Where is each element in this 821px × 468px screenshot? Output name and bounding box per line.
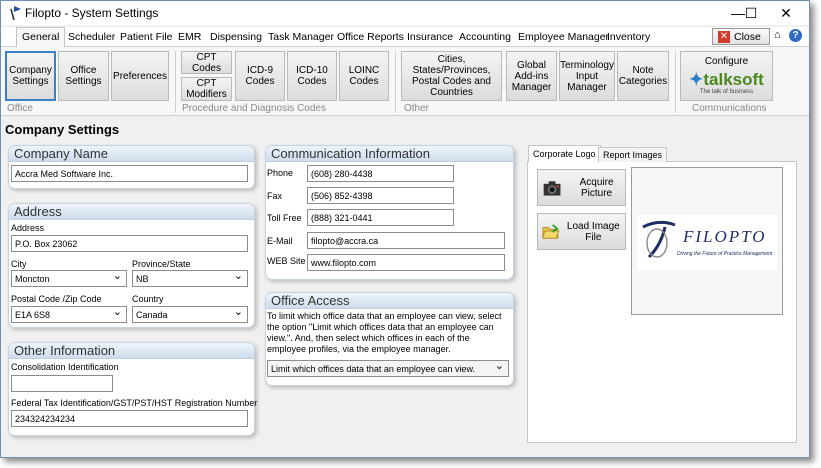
tab-task-manager[interactable]: Task Manager	[263, 29, 339, 46]
postal-code-select[interactable]: E1A 6S8	[11, 306, 127, 323]
tab-corporate-logo[interactable]: Corporate Logo	[528, 145, 601, 162]
talksoft-logo: ✦talksoft	[689, 70, 764, 89]
fax-label: Fax	[267, 191, 283, 201]
acquire-picture-button[interactable]: Acquire Picture	[537, 169, 626, 206]
country-select[interactable]: Canada	[132, 306, 248, 323]
system-settings-window: Filopto - System Settings — ☐ ✕ General …	[0, 0, 810, 458]
tax-id-input[interactable]: 234324234234	[11, 410, 248, 427]
communication-header: Communication Information	[266, 146, 513, 162]
consolidation-label: Consolidation Identification	[11, 362, 119, 372]
tab-office-reports[interactable]: Office Reports	[332, 29, 409, 46]
terminology-button[interactable]: Terminology Input Manager	[559, 51, 615, 101]
ribbon-separator	[395, 51, 396, 113]
ribbon-separator	[175, 51, 176, 113]
filopto-logo-text: FILOPTO	[683, 227, 767, 246]
address-input[interactable]: P.O. Box 23062	[11, 235, 248, 252]
country-label: Country	[132, 294, 164, 304]
website-input[interactable]: www.filopto.com	[307, 254, 505, 271]
cities-button[interactable]: Cities, States/Provinces, Postal Codes a…	[401, 51, 502, 101]
province-label: Province/State	[132, 259, 191, 269]
filopto-tagline: Driving the Future of Practice Managemen…	[677, 251, 773, 257]
consolidation-input[interactable]	[11, 375, 113, 392]
company-name-input[interactable]: Accra Med Software Inc.	[11, 165, 248, 182]
close-button[interactable]: ✕ Close	[712, 28, 770, 45]
city-label: City	[11, 259, 27, 269]
menu-tabs: General Scheduler Patient File EMR Dispe…	[1, 27, 809, 47]
filopto-logo-mark	[642, 220, 676, 259]
website-label: WEB Site	[267, 256, 306, 266]
tax-id-label: Federal Tax Identification/GST/PST/HST R…	[11, 398, 258, 408]
email-input[interactable]: filopto@accra.ca	[307, 232, 505, 249]
app-icon	[10, 6, 21, 20]
office-settings-button[interactable]: Office Settings	[58, 51, 109, 101]
tab-accounting[interactable]: Accounting	[454, 29, 516, 46]
cpt-codes-button[interactable]: CPT Codes	[181, 51, 232, 74]
toll-free-input[interactable]: (888) 321-0441	[307, 209, 454, 226]
address-header: Address	[9, 204, 254, 220]
office-access-dropdown[interactable]: Limit which offices data that an employe…	[267, 360, 509, 377]
talksoft-tagline: The talk of business	[699, 89, 754, 95]
filopto-logo: FILOPTO Driving the Future of Practice M…	[637, 215, 777, 270]
tab-inventory[interactable]: Inventory	[602, 29, 655, 46]
folder-icon	[542, 223, 560, 239]
tab-emr[interactable]: EMR	[173, 29, 206, 46]
address-label: Address	[11, 223, 45, 233]
configure-label: Configure	[704, 56, 749, 67]
tab-employee-manager[interactable]: Employee Manager	[513, 29, 614, 46]
help-icon[interactable]: ?	[789, 29, 802, 42]
fax-input[interactable]: (506) 852-4398	[307, 187, 454, 204]
cpt-modifiers-button[interactable]: CPT Modifiers	[181, 77, 232, 101]
title-bar: Filopto - System Settings — ☐ ✕	[1, 1, 809, 25]
postal-code-label: Postal Code /Zip Code	[11, 294, 102, 304]
office-access-description: To limit which office data that an emplo…	[267, 311, 502, 354]
other-information-header: Other Information	[9, 343, 254, 359]
configure-talksoft-button[interactable]: Configure ✦talksoft The talk of business	[680, 51, 773, 101]
icd9-codes-button[interactable]: ICD-9 Codes	[235, 51, 285, 101]
province-select[interactable]: NB	[132, 270, 248, 287]
camera-icon	[543, 180, 561, 196]
company-settings-button[interactable]: Company Settings	[5, 51, 56, 101]
office-access-header: Office Access	[266, 293, 513, 309]
preferences-button[interactable]: Preferences	[111, 51, 169, 101]
phone-input[interactable]: (608) 280-4438	[307, 165, 454, 182]
load-image-file-button[interactable]: Load Image File	[537, 213, 626, 250]
communications-group-label: Communications	[692, 103, 767, 114]
toll-free-label: Toll Free	[267, 213, 302, 223]
loinc-codes-button[interactable]: LOINC Codes	[339, 51, 389, 101]
icd10-codes-button[interactable]: ICD-10 Codes	[287, 51, 337, 101]
other-group-label: Other	[404, 103, 430, 114]
phone-label: Phone	[267, 168, 294, 178]
tab-dispensing[interactable]: Dispensing	[205, 29, 267, 46]
tab-general[interactable]: General	[16, 27, 66, 47]
tab-report-images[interactable]: Report Images	[598, 147, 668, 162]
page-title: Company Settings	[5, 122, 120, 137]
procedure-group-label: Procedure and Diagnosis Codes	[182, 103, 326, 114]
collapse-ribbon-icon[interactable]: ⌂	[774, 29, 781, 41]
company-name-header: Company Name	[9, 146, 254, 162]
email-label: E-Mail	[267, 236, 293, 246]
tab-patient-file[interactable]: Patient File	[115, 29, 178, 46]
window-title: Filopto - System Settings	[25, 6, 159, 20]
city-select[interactable]: Moncton	[11, 270, 127, 287]
close-icon: ✕	[718, 31, 730, 43]
office-group-label: Office	[7, 103, 33, 114]
note-categories-button[interactable]: Note Categories	[617, 51, 669, 101]
tab-scheduler[interactable]: Scheduler	[63, 29, 120, 46]
ribbon-separator	[675, 51, 676, 113]
tab-insurance[interactable]: Insurance	[402, 29, 458, 46]
window-close-button[interactable]: ✕	[763, 1, 809, 25]
global-addins-button[interactable]: Global Add-ins Manager	[506, 51, 557, 101]
